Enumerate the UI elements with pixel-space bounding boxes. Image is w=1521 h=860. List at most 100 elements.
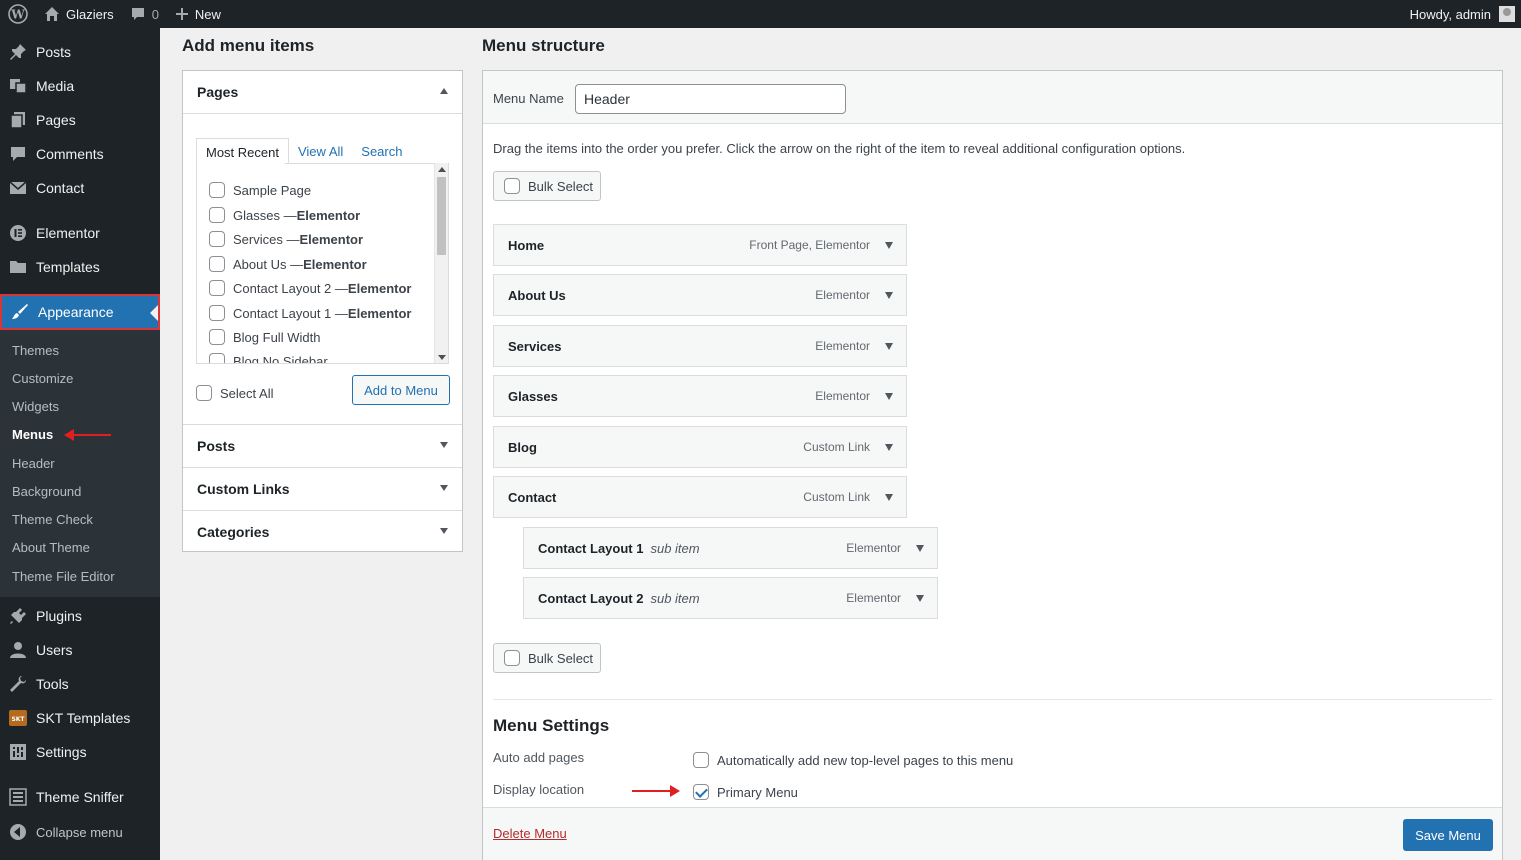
checkbox[interactable] (209, 305, 225, 321)
list-item[interactable]: About Us — Elementor (209, 254, 367, 274)
sidebar-item-elementor[interactable]: Elementor (0, 216, 160, 250)
sidebar-label: Posts (36, 44, 72, 60)
list-item[interactable]: Services — Elementor (209, 229, 363, 249)
tab-most-recent[interactable]: Most Recent (196, 138, 289, 164)
sidebar-item-theme-sniffer[interactable]: Theme Sniffer (0, 780, 160, 814)
caret-down-icon[interactable] (885, 242, 893, 249)
settings-icon (0, 743, 36, 761)
sidebar-item-media[interactable]: Media (0, 69, 160, 103)
comments-link[interactable]: 0 (122, 0, 167, 28)
sidebar-item-skt-templates[interactable]: SKT SKT Templates (0, 701, 160, 735)
submenu-background[interactable]: Background (12, 482, 81, 502)
checkbox (504, 178, 520, 194)
caret-down-icon[interactable] (916, 545, 924, 552)
list-item[interactable]: Sample Page (209, 180, 311, 200)
checkbox[interactable] (209, 280, 225, 296)
list-item[interactable]: Blog No Sidebar (209, 351, 328, 363)
menu-item-glasses[interactable]: Glasses Elementor (493, 375, 907, 417)
menu-item-contact-layout-1[interactable]: Contact Layout 1 sub item Elementor (523, 527, 938, 569)
scroll-up-icon[interactable] (438, 167, 446, 172)
sidebar-item-templates[interactable]: Templates (0, 250, 160, 284)
bulk-select-button-top[interactable]: Bulk Select (493, 171, 601, 201)
checkbox[interactable] (209, 256, 225, 272)
checkbox[interactable] (209, 207, 225, 223)
menu-item-blog[interactable]: Blog Custom Link (493, 426, 907, 468)
collapse-icon (0, 823, 36, 841)
menu-item-contact[interactable]: Contact Custom Link (493, 476, 907, 518)
annotation-arrow-menus (64, 429, 111, 441)
submenu-theme-file-editor[interactable]: Theme File Editor (12, 567, 115, 587)
caret-down-icon[interactable] (885, 292, 893, 299)
site-name: Glaziers (66, 6, 114, 22)
sidebar-item-comments[interactable]: Comments (0, 137, 160, 171)
caret-down-icon[interactable] (885, 444, 893, 451)
tab-view-all[interactable]: View All (289, 138, 352, 164)
sidebar-item-settings[interactable]: Settings (0, 735, 160, 769)
menu-item-home[interactable]: Home Front Page, Elementor (493, 224, 907, 266)
posts-section-header[interactable]: Posts (183, 424, 462, 466)
checkbox[interactable] (209, 329, 225, 345)
sidebar-label: Elementor (36, 225, 100, 241)
checkbox[interactable] (693, 752, 709, 768)
add-to-menu-button[interactable]: Add to Menu (352, 375, 450, 405)
sidebar-item-appearance[interactable]: Appearance (0, 294, 160, 330)
wordpress-logo-icon[interactable]: W (0, 0, 36, 28)
submenu-menus[interactable]: Menus (12, 425, 53, 445)
scroll-down-icon[interactable] (438, 355, 446, 360)
save-menu-button[interactable]: Save Menu (1403, 819, 1493, 851)
submenu-header[interactable]: Header (12, 454, 55, 474)
primary-menu-checkbox[interactable]: Primary Menu (693, 782, 798, 802)
bulk-select-button-bottom[interactable]: Bulk Select (493, 643, 601, 673)
admin-sidebar: Posts Media Pages Comments Contact Eleme… (0, 28, 160, 860)
my-account[interactable]: Howdy, admin (1410, 6, 1521, 22)
tab-search[interactable]: Search (352, 138, 411, 164)
sidebar-item-tools[interactable]: Tools (0, 667, 160, 701)
select-all-checkbox[interactable]: Select All (196, 383, 273, 403)
auto-add-checkbox[interactable]: Automatically add new top-level pages to… (693, 750, 1013, 770)
sidebar-item-plugins[interactable]: Plugins (0, 599, 160, 633)
delete-menu-link[interactable]: Delete Menu (493, 826, 567, 841)
submenu-about-theme[interactable]: About Theme (12, 538, 90, 558)
categories-section-header[interactable]: Categories (183, 510, 462, 552)
checkbox[interactable] (209, 231, 225, 247)
caret-down-icon[interactable] (885, 393, 893, 400)
pages-list[interactable]: Sample Page Glasses — Elementor Services… (196, 163, 449, 364)
sidebar-item-contact[interactable]: Contact (0, 171, 160, 205)
caret-down-icon[interactable] (885, 343, 893, 350)
list-item[interactable]: Contact Layout 2 — Elementor (209, 278, 411, 298)
sidebar-item-pages[interactable]: Pages (0, 103, 160, 137)
scrollbar-thumb[interactable] (437, 177, 446, 255)
checkbox (504, 650, 520, 666)
submenu-customize[interactable]: Customize (12, 369, 73, 389)
collapse-menu-button[interactable]: Collapse menu (0, 815, 160, 849)
site-name-link[interactable]: Glaziers (36, 0, 122, 28)
menu-item-about-us[interactable]: About Us Elementor (493, 274, 907, 316)
appearance-submenu: Themes Customize Widgets Menus Header Ba… (0, 330, 160, 597)
caret-up-icon (440, 88, 448, 94)
mail-icon (0, 179, 36, 197)
sidebar-item-posts[interactable]: Posts (0, 35, 160, 69)
pages-section-header[interactable]: Pages (183, 71, 462, 113)
list-item[interactable]: Blog Full Width (209, 327, 320, 347)
new-content-link[interactable]: New (167, 0, 229, 28)
pages-list-scrollbar[interactable] (434, 163, 448, 363)
submenu-widgets[interactable]: Widgets (12, 397, 59, 417)
list-item[interactable]: Contact Layout 1 — Elementor (209, 303, 411, 323)
svg-text:SKT: SKT (11, 716, 25, 723)
caret-down-icon[interactable] (916, 595, 924, 602)
checkbox[interactable] (209, 182, 225, 198)
add-items-panel: Pages Most Recent View All Search Sample… (182, 70, 463, 552)
menu-item-contact-layout-2[interactable]: Contact Layout 2 sub item Elementor (523, 577, 938, 619)
caret-down-icon (440, 485, 448, 491)
checkbox[interactable] (196, 385, 212, 401)
checkbox-checked[interactable] (693, 784, 709, 800)
list-item[interactable]: Glasses — Elementor (209, 205, 360, 225)
caret-down-icon[interactable] (885, 494, 893, 501)
menu-item-services[interactable]: Services Elementor (493, 325, 907, 367)
submenu-themes[interactable]: Themes (12, 341, 59, 361)
custom-links-section-header[interactable]: Custom Links (183, 467, 462, 509)
menu-name-input[interactable]: Header (575, 84, 846, 114)
checkbox[interactable] (209, 353, 225, 363)
submenu-theme-check[interactable]: Theme Check (12, 510, 93, 530)
sidebar-item-users[interactable]: Users (0, 633, 160, 667)
